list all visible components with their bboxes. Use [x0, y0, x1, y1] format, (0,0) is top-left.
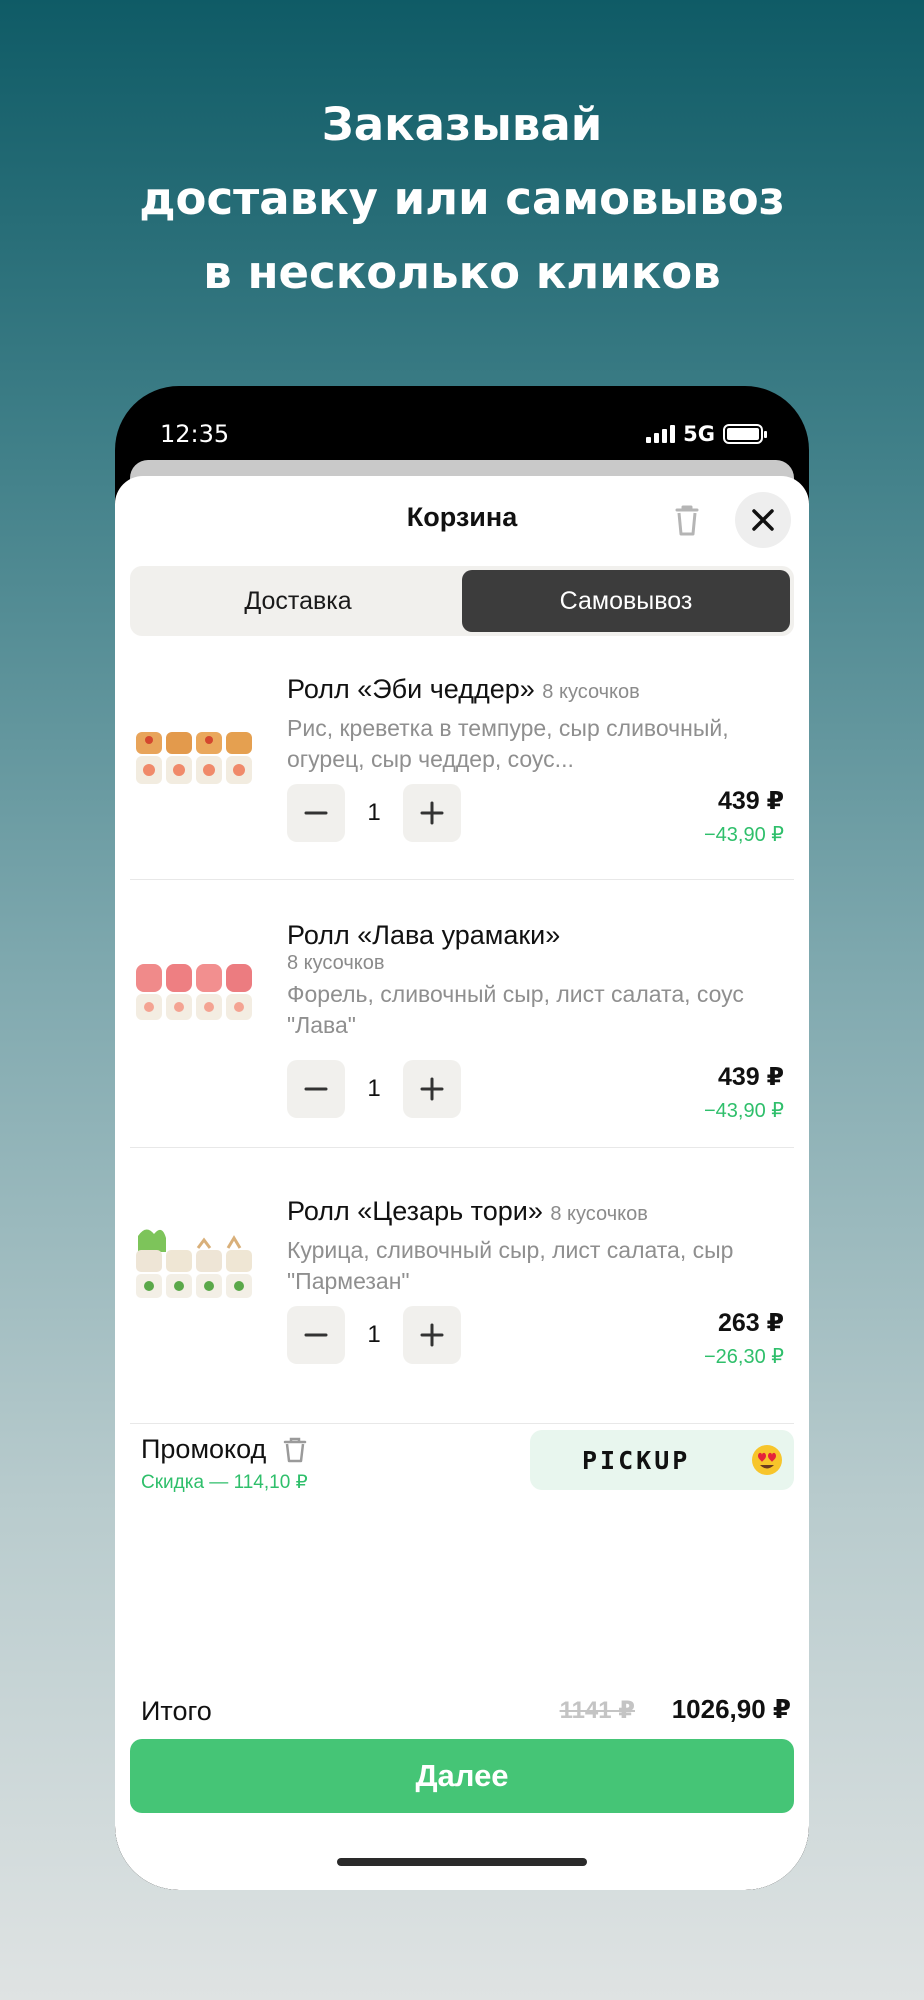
increase-button[interactable]: [403, 784, 461, 842]
item-description: Курица, сливочный сыр, лист салата, сыр …: [287, 1237, 734, 1294]
item-price: 439 ₽: [717, 1063, 784, 1091]
signal-icon: [646, 425, 676, 443]
item-name: Ролл «Цезарь тори»: [287, 1196, 543, 1226]
trash-icon: [675, 505, 699, 536]
cart-sheet: Корзина Доставка Самовывоз Ролл «Эби чед…: [115, 476, 809, 1890]
cart-item: Ролл «Эби чеддер» 8 кусочков Рис, кревет…: [130, 672, 794, 880]
total-old-price: 1141 ₽: [559, 1697, 635, 1724]
headline-line-3: в несколько кликов: [203, 246, 721, 299]
network-type: 5G: [683, 422, 715, 446]
item-info: Ролл «Цезарь тори» 8 кусочков Курица, сл…: [287, 1194, 787, 1297]
clear-cart-button[interactable]: [665, 498, 709, 542]
item-discount: −26,30 ₽: [703, 1346, 784, 1368]
battery-icon: [723, 424, 767, 444]
minus-icon: [304, 1087, 328, 1091]
close-icon: [752, 509, 774, 531]
tab-pickup[interactable]: Самовывоз: [462, 570, 790, 632]
quantity-stepper: 1: [287, 1060, 461, 1118]
item-info: Ролл «Лава урамаки» 8 кусочков Форель, с…: [287, 918, 787, 1041]
promo-code: PICKUP: [582, 1446, 691, 1475]
decrease-button[interactable]: [287, 1060, 345, 1118]
item-price-block: 439 ₽ −43,90 ₽: [704, 1062, 784, 1123]
cart-item: Ролл «Цезарь тори» 8 кусочков Курица, сл…: [130, 1194, 794, 1424]
promo-discount: Скидка — 114,10 ₽: [141, 1472, 308, 1493]
close-button[interactable]: [735, 492, 791, 548]
headline-line-2: доставку или самовывоз: [139, 172, 785, 225]
status-bar: 12:35 5G: [115, 386, 809, 460]
item-name: Ролл «Эби чеддер»: [287, 674, 535, 704]
item-pieces: 8 кусочков: [542, 681, 640, 703]
item-name: Ролл «Лава урамаки»: [287, 920, 561, 950]
promo-label: Промокод: [141, 1434, 267, 1464]
increase-button[interactable]: [403, 1060, 461, 1118]
total-row: Итого 1141 ₽ 1026,90 ₽: [141, 1692, 791, 1732]
item-price: 263 ₽: [717, 1309, 784, 1337]
tab-delivery[interactable]: Доставка: [134, 570, 462, 632]
status-time: 12:35: [160, 420, 230, 448]
decrease-button[interactable]: [287, 1306, 345, 1364]
phone-frame: 12:35 5G Корзина Доставка Самовывоз Ролл…: [115, 386, 809, 1890]
plus-icon: [420, 801, 444, 825]
cart-header: Корзина: [115, 476, 809, 566]
item-price-block: 439 ₽ −43,90 ₽: [704, 786, 784, 847]
total-label: Итого: [141, 1696, 212, 1726]
cart-item: Ролл «Лава урамаки» 8 кусочков Форель, с…: [130, 918, 794, 1148]
minus-icon: [304, 1333, 328, 1337]
item-description: Форель, сливочный сыр, лист салата, соус…: [287, 981, 744, 1038]
total-price: 1026,90 ₽: [671, 1694, 791, 1724]
quantity-value: 1: [367, 799, 381, 826]
heart-eyes-emoji-icon: [752, 1445, 782, 1475]
promo-code-chip[interactable]: PICKUP: [530, 1430, 794, 1490]
home-indicator: [337, 1858, 587, 1866]
item-price-block: 263 ₽ −26,30 ₽: [704, 1308, 784, 1369]
quantity-stepper: 1: [287, 784, 461, 842]
item-image: [132, 950, 256, 1036]
headline: Заказывай доставку или самовывоз в неско…: [0, 88, 924, 310]
plus-icon: [420, 1323, 444, 1347]
item-pieces: 8 кусочков: [550, 1203, 648, 1225]
headline-line-1: Заказывай: [321, 98, 603, 151]
next-button[interactable]: Далее: [130, 1739, 794, 1813]
plus-icon: [420, 1077, 444, 1101]
remove-promo-icon[interactable]: [282, 1436, 308, 1464]
item-price: 439 ₽: [717, 787, 784, 815]
item-info: Ролл «Эби чеддер» 8 кусочков Рис, кревет…: [287, 672, 787, 775]
status-indicators: 5G: [646, 422, 767, 446]
item-description: Рис, креветка в темпуре, сыр сливочный, …: [287, 715, 729, 772]
item-image: [132, 714, 256, 800]
item-image: [132, 1222, 256, 1308]
quantity-value: 1: [367, 1075, 381, 1102]
increase-button[interactable]: [403, 1306, 461, 1364]
item-pieces: 8 кусочков: [287, 952, 385, 974]
delivery-mode-switch: Доставка Самовывоз: [130, 566, 794, 636]
item-discount: −43,90 ₽: [703, 1100, 784, 1122]
item-discount: −43,90 ₽: [703, 824, 784, 846]
quantity-stepper: 1: [287, 1306, 461, 1364]
decrease-button[interactable]: [287, 784, 345, 842]
promo-section: Промокод Скидка — 114,10 ₽: [141, 1434, 308, 1494]
minus-icon: [304, 811, 328, 815]
quantity-value: 1: [367, 1321, 381, 1348]
